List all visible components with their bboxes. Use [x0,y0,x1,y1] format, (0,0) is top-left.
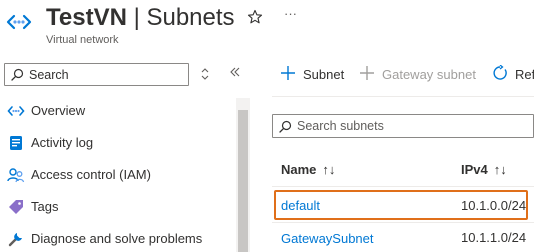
subnet-ipv4: 10.1.1.0/24 [461,230,527,245]
sidebar-item-activity-log[interactable]: Activity log [0,129,232,157]
resource-name: TestVN [46,4,127,31]
tag-icon [7,198,25,216]
expand-collapse-icon[interactable] [200,67,210,81]
blade-name: | Subnets [133,4,235,31]
search-subnets-input[interactable]: Search subnets [272,114,534,138]
column-header-label: IPv4 [461,162,488,177]
sort-icon[interactable]: ↑↓ [494,162,507,177]
row-divider [272,222,534,223]
activity-log-icon [7,134,25,152]
header-divider [272,186,534,187]
virtual-network-icon [6,12,32,32]
search-icon [279,120,292,133]
sidebar-item-access-control[interactable]: Access control (IAM) [0,161,232,189]
sidebar-search-input[interactable]: Search [4,63,189,86]
subnet-name-link[interactable]: GatewaySubnet [281,231,374,246]
sidebar-item-label: Tags [31,199,59,214]
favorite-star-icon[interactable] [247,9,263,25]
subnet-name-link[interactable]: default [281,198,320,213]
sidebar-item-overview[interactable]: Overview [0,97,232,125]
sidebar-item-label: Overview [31,103,86,118]
add-gateway-subnet-button[interactable]: Gateway subnet [359,63,484,87]
search-subnets-placeholder: Search subnets [297,119,384,133]
sidebar-item-label: Diagnose and solve problems [31,231,203,246]
page-title: TestVN | Subnets [46,4,235,32]
add-gateway-subnet-label: Gateway subnet [382,67,476,82]
page-header: TestVN | Subnets Virtual network ··· [0,0,534,56]
overview-icon [7,102,25,120]
refresh-button[interactable]: Ref [492,63,534,87]
sidebar-search-placeholder: Search [29,68,69,82]
toolbar-divider [272,96,534,97]
collapse-sidebar-icon[interactable] [229,66,241,81]
column-header-ipv4[interactable]: IPv4 ↑↓ [461,162,507,177]
subnet-ipv4: 10.1.0.0/24 [461,198,527,213]
column-header-label: Name [281,162,317,177]
iam-icon [7,166,25,184]
sort-icon[interactable]: ↑↓ [322,162,335,177]
search-icon [11,68,24,81]
sidebar-scroll-thumb[interactable] [238,110,248,252]
plus-icon [359,65,375,81]
column-header-name[interactable]: Name ↑↓ [281,162,335,177]
sidebar-item-label: Activity log [31,135,94,150]
refresh-icon [492,64,508,81]
refresh-label: Ref [515,67,534,82]
resource-type: Virtual network [46,34,119,46]
add-subnet-label: Subnet [303,67,345,82]
sidebar-item-diagnose[interactable]: Diagnose and solve problems [0,225,232,252]
more-options-icon[interactable]: ··· [284,6,297,21]
wrench-icon [7,230,25,248]
add-subnet-button[interactable]: Subnet [280,63,350,87]
sidebar-item-tags[interactable]: Tags [0,193,232,221]
plus-icon [280,65,296,81]
sidebar-item-label: Access control (IAM) [31,167,151,182]
